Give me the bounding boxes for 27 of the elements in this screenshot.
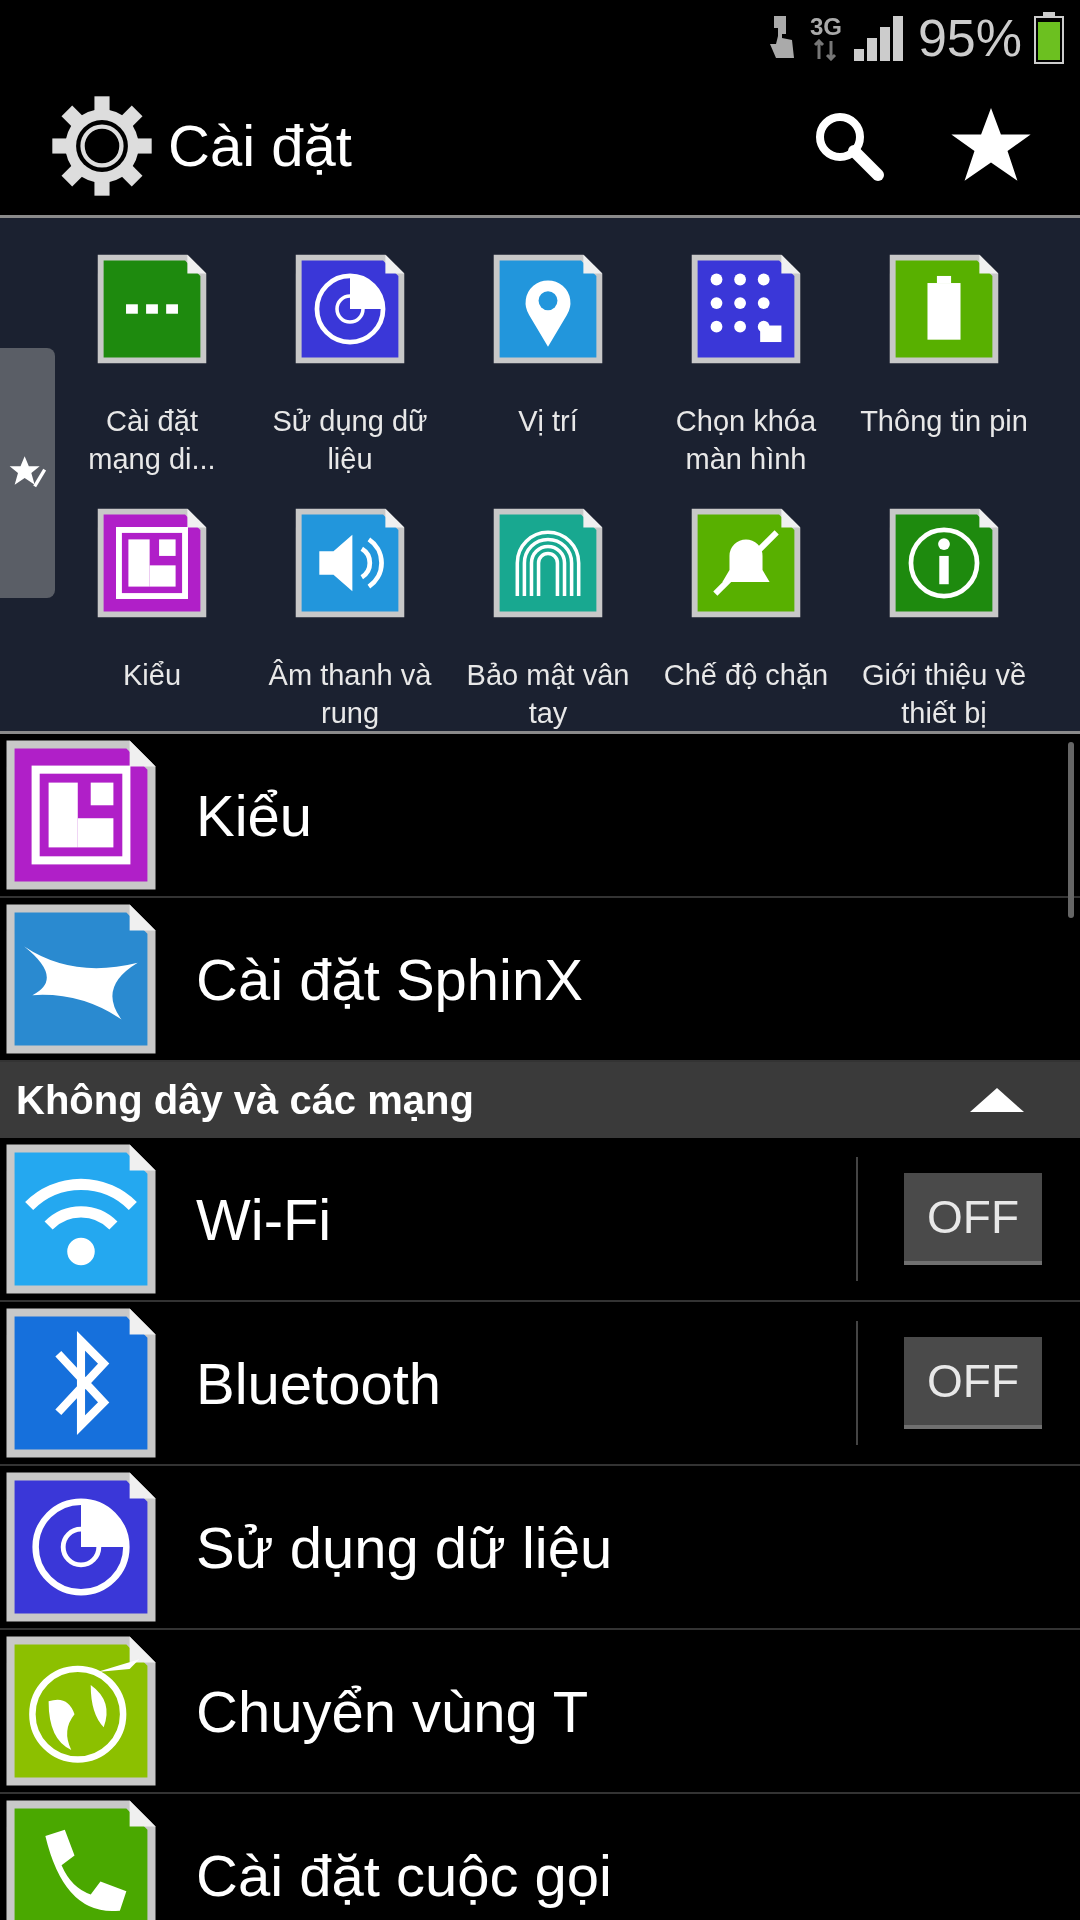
- setting-item[interactable]: Chuyển vùng T: [196, 1667, 589, 1755]
- battery-percent: 95%: [917, 12, 1022, 64]
- setting-item[interactable]: Wi-Fi: [196, 1175, 332, 1263]
- quick-setting[interactable]: Thông tin pin: [845, 250, 1043, 478]
- quick-setting[interactable]: Âm thanh và rung: [251, 504, 449, 732]
- screen-title: Cài đặt: [168, 112, 352, 180]
- quick-setting[interactable]: Sử dụng dữ liệu: [251, 250, 449, 478]
- quick-setting[interactable]: Bảo mật vân tay: [449, 504, 647, 732]
- setting-item[interactable]: Kiểu: [196, 771, 313, 859]
- quick-setting[interactable]: Giới thiệu về thiết bị: [845, 504, 1043, 732]
- quick-setting[interactable]: Vị trí: [449, 250, 647, 478]
- toggle-switch[interactable]: OFF: [904, 1173, 1042, 1265]
- data-arrows-icon: [812, 39, 839, 61]
- edit-panel-tab[interactable]: [0, 348, 55, 598]
- signal-icon: [853, 15, 906, 61]
- quick-setting[interactable]: Chế độ chặn: [647, 504, 845, 732]
- setting-item[interactable]: Sử dụng dữ liệu: [196, 1503, 613, 1591]
- setting-item[interactable]: Cài đặt cuộc gọi: [196, 1831, 612, 1919]
- quick-setting[interactable]: Cài đặt mạng di...: [53, 250, 251, 478]
- network-type: 3G: [809, 15, 842, 39]
- quick-setting[interactable]: Kiểu: [53, 504, 251, 732]
- quick-setting[interactable]: Chọn khóa màn hình: [647, 250, 845, 478]
- section-header[interactable]: Không dây và các mạng: [0, 1062, 1080, 1138]
- toggle-switch[interactable]: OFF: [904, 1337, 1042, 1429]
- battery-icon: [1034, 12, 1064, 64]
- setting-item[interactable]: Cài đặt SphinX: [196, 935, 583, 1023]
- setting-item[interactable]: Bluetooth: [196, 1339, 442, 1427]
